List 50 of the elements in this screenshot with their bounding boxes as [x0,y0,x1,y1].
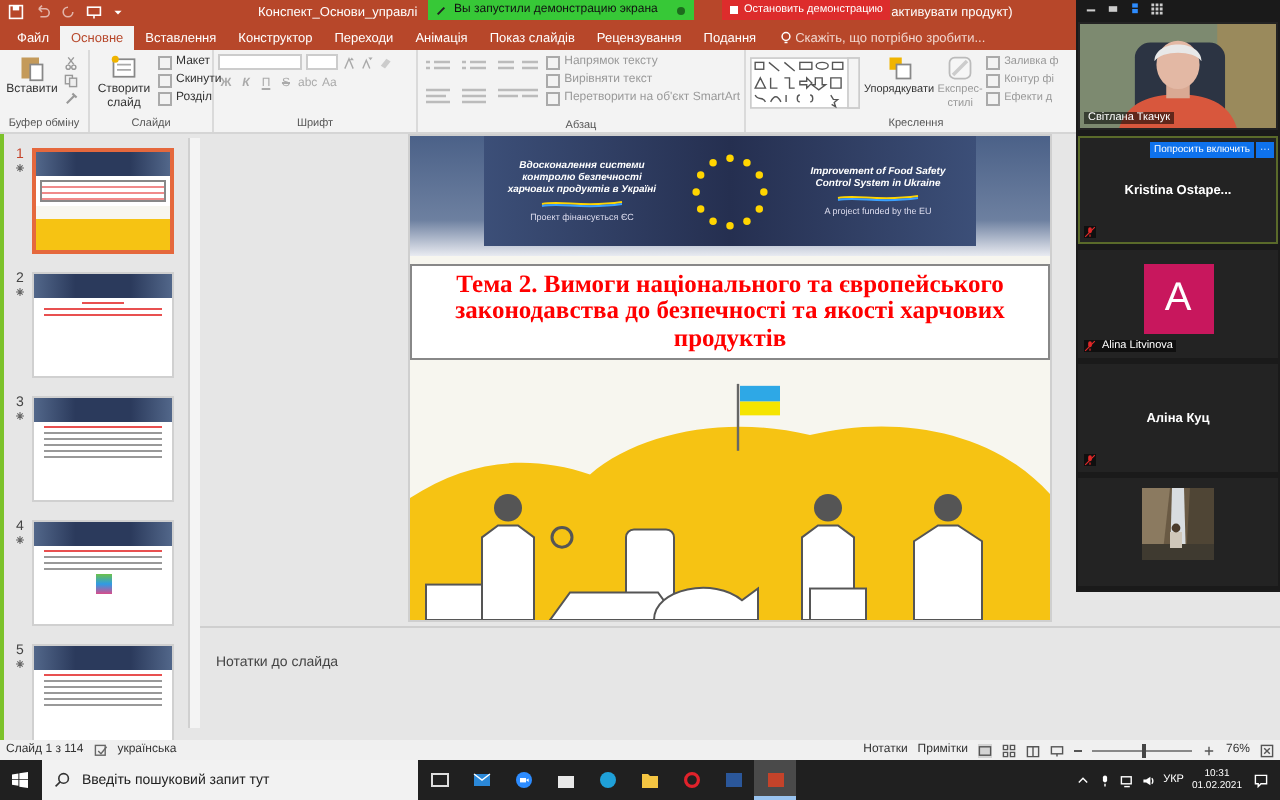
star-icon [16,164,24,172]
document-icon [723,770,743,790]
spellcheck-icon[interactable] [93,743,108,757]
search-icon [54,772,70,788]
normal-view-icon[interactable] [977,743,992,757]
zoom-in-icon[interactable] [1201,743,1216,757]
folder-icon [639,770,659,790]
star-icon [16,288,24,296]
slide-thumbnail[interactable] [32,396,174,502]
network-icon[interactable] [1119,773,1134,787]
slide-title: Тема 2. Вимоги національного та європейського законодавства до безпечності та якості харчових продуктів [410,264,1050,360]
shapes-gallery[interactable] [750,54,860,112]
camera-icon [513,770,533,790]
book-icon[interactable] [1025,743,1040,757]
shield-icon[interactable] [676,5,686,15]
slideshow-icon[interactable] [1049,743,1064,757]
save-icon[interactable] [8,4,24,20]
lightbulb-icon[interactable] [779,30,792,46]
font-size-field[interactable] [306,54,338,70]
chevron-up-icon[interactable] [1075,773,1090,787]
brush-icon[interactable] [64,92,78,106]
slide-thumbnail[interactable] [32,520,174,626]
microphone-icon[interactable] [1097,773,1112,787]
speaker-icon[interactable] [1141,773,1156,787]
redo-icon[interactable] [60,4,76,20]
windows-start-icon[interactable] [12,772,28,788]
notification-icon[interactable] [1254,773,1268,787]
task-view-icon [429,770,449,790]
participant-tile[interactable] [1078,478,1278,586]
slide-thumbnail[interactable] [32,644,174,740]
mail-icon [471,770,491,790]
ring-icon [681,770,701,790]
pin-icon[interactable] [436,5,446,15]
scrollbar[interactable] [188,138,200,728]
copy-icon[interactable] [64,74,78,88]
document-icon [765,770,785,790]
font-name-field[interactable] [218,54,302,70]
grid-view-icon[interactable] [1150,1,1164,15]
fit-icon[interactable] [1260,743,1274,757]
scissors-icon[interactable] [64,56,78,70]
undo-icon[interactable] [34,4,50,20]
avatar: A [1143,263,1213,333]
star-icon [16,412,24,420]
star-icon [16,536,24,544]
grid-view-icon[interactable] [1001,743,1016,757]
slideshow-icon[interactable] [86,4,102,20]
slide-thumbnail[interactable] [32,272,174,378]
star-icon [16,660,24,668]
slide-thumbnail[interactable] [32,148,174,254]
strip-view-icon[interactable] [1128,1,1142,15]
